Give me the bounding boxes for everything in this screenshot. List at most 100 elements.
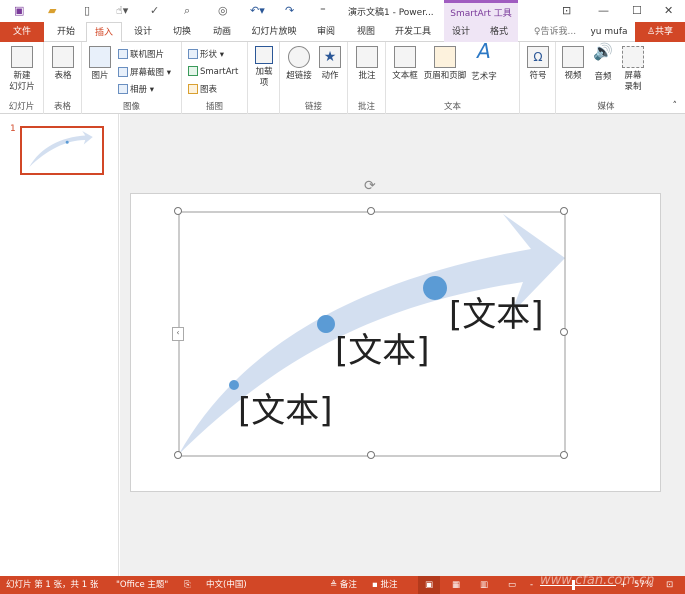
minimize-icon[interactable]: — <box>598 4 609 17</box>
redo-icon[interactable]: ↷ <box>285 4 294 17</box>
comment-button[interactable]: 批注 <box>352 46 382 82</box>
resize-handle[interactable] <box>367 207 375 215</box>
label: 屏幕 录制 <box>624 71 642 92</box>
language[interactable]: 中文(中国) <box>206 576 247 594</box>
tab-review[interactable]: 审阅 <box>308 22 344 42</box>
tab-smartart-design[interactable]: 设计 <box>444 22 478 42</box>
status-bar: 幻灯片 第 1 张，共 1 张 "Office 主题" ⎘ 中文(中国) ≜ 备… <box>0 573 685 594</box>
tab-design[interactable]: 设计 <box>126 22 160 42</box>
chart-icon <box>188 84 198 94</box>
audio-button[interactable]: 🔊 音频 <box>588 44 618 83</box>
photo-album-button[interactable]: 相册 ▾ <box>118 83 154 95</box>
group-label: 图像 <box>122 102 140 112</box>
print-preview-icon[interactable]: ⌕ <box>184 4 190 18</box>
online-pictures-button[interactable]: 联机图片 <box>118 48 164 60</box>
tab-developer[interactable]: 开发工具 <box>390 22 436 42</box>
textbox-button[interactable]: 文本框 <box>388 46 422 82</box>
symbol-button[interactable]: Ω 符号 <box>524 46 552 82</box>
group-addins: 加载 项 <box>248 42 280 114</box>
collapse-ribbon-icon[interactable]: ˄ <box>673 101 678 111</box>
spelling-icon[interactable]: ✓ <box>150 4 159 17</box>
undo-icon[interactable]: ↶▾ <box>250 4 265 17</box>
notes-button[interactable]: ≜ 备注 <box>330 576 357 594</box>
zoom-out-icon[interactable]: - <box>530 576 533 594</box>
table-button[interactable]: 表格 <box>48 46 78 82</box>
group-label: 媒体 <box>597 102 615 112</box>
resize-handle[interactable] <box>560 207 568 215</box>
smartart-text-1[interactable]: [文本] <box>238 383 333 432</box>
screenshot-icon <box>118 67 128 77</box>
ribbon-display-icon[interactable]: ⊡ <box>562 4 571 17</box>
label: 文本框 <box>392 71 418 81</box>
tab-insert[interactable]: 插入 <box>86 22 122 43</box>
picture-button[interactable]: 图片 <box>86 46 114 82</box>
close-icon[interactable]: ✕ <box>664 4 673 17</box>
tab-view[interactable]: 视图 <box>348 22 384 42</box>
new-slide-button[interactable]: 新建 幻灯片 <box>4 46 40 93</box>
share-button[interactable]: ♙共享 <box>635 22 685 42</box>
tab-animations[interactable]: 动画 <box>204 22 240 42</box>
resize-handle[interactable] <box>560 328 568 336</box>
shapes-button[interactable]: 形状 ▾ <box>188 48 224 60</box>
photo-album-icon <box>118 84 128 94</box>
label: 超链接 <box>286 71 312 81</box>
touch-mode-icon[interactable]: ☝▾ <box>116 4 128 17</box>
group-label: 幻灯片 <box>8 102 35 112</box>
screen-recording-button[interactable]: 屏幕 录制 <box>618 46 648 93</box>
label: 相册 <box>130 85 148 95</box>
document-title: 演示文稿1 - Power... <box>348 8 434 18</box>
save-icon[interactable]: ▣ <box>14 4 24 17</box>
resize-handle[interactable] <box>560 451 568 459</box>
wordart-icon: A <box>477 39 491 63</box>
chart-button[interactable]: 图表 <box>188 83 217 95</box>
smartart-button[interactable]: SmartArt <box>188 66 238 77</box>
video-icon <box>562 46 584 68</box>
group-media: 视频 🔊 音频 屏幕 录制 媒体 <box>556 42 656 114</box>
user-name[interactable]: yu mufa <box>588 22 630 42</box>
comments-button[interactable]: ▪ 批注 <box>372 576 397 594</box>
smartart-tools-label: SmartArt 工具 <box>444 0 518 22</box>
maximize-icon[interactable]: ☐ <box>632 4 642 17</box>
resize-handle[interactable] <box>174 451 182 459</box>
hyperlink-button[interactable]: 超链接 <box>284 46 314 82</box>
slide[interactable]: [文本] [文本] [文本] <box>130 193 661 492</box>
group-illustrations: 形状 ▾ SmartArt 图表 插图 <box>182 42 248 114</box>
share-label: 共享 <box>655 27 674 37</box>
normal-view-icon[interactable]: ▣ <box>418 576 440 594</box>
smartart-text-2[interactable]: [文本] <box>335 323 430 372</box>
present-icon[interactable]: ◎ <box>218 4 228 17</box>
smartart-text-3[interactable]: [文本] <box>449 287 544 336</box>
tab-slideshow[interactable]: 幻灯片放映 <box>246 22 302 42</box>
slideshow-icon[interactable]: ▭ <box>508 576 516 594</box>
fit-slide-icon[interactable]: ⊡ <box>666 576 673 594</box>
textbox-icon <box>394 46 416 68</box>
rotate-handle-icon[interactable]: ⟳ <box>364 178 376 194</box>
screenshot-button[interactable]: 屏幕截图 ▾ <box>118 66 171 78</box>
resize-handle[interactable] <box>174 207 182 215</box>
label: 屏幕截图 <box>130 68 165 78</box>
label: 联机图片 <box>130 50 165 60</box>
proofing-icon[interactable]: ⎘ <box>184 576 191 594</box>
label: 加载 项 <box>255 67 273 88</box>
customize-icon[interactable]: ⁼ <box>320 4 326 17</box>
open-icon[interactable]: ▰ <box>48 4 56 17</box>
label: 符号 <box>529 71 547 81</box>
header-footer-button[interactable]: 页眉和页脚 <box>422 46 468 82</box>
wordart-button[interactable]: A 艺术字 <box>468 39 500 83</box>
slide-sorter-icon[interactable]: ▦ <box>452 576 460 594</box>
action-button[interactable]: ★ 动作 <box>316 46 344 82</box>
text-pane-toggle[interactable]: ‹ <box>172 327 184 341</box>
notes-label: 备注 <box>339 580 357 590</box>
resize-handle[interactable] <box>367 451 375 459</box>
thumbnail-arrow <box>29 131 93 168</box>
slide-thumbnail[interactable] <box>20 126 104 175</box>
new-icon[interactable]: ▯ <box>84 4 90 17</box>
tab-file[interactable]: 文件 <box>0 22 44 42</box>
tell-me-box[interactable]: ♀告诉我... <box>530 22 580 42</box>
group-label: 批注 <box>357 102 375 112</box>
tab-transitions[interactable]: 切换 <box>164 22 200 42</box>
addins-button[interactable]: 加载 项 <box>250 46 278 89</box>
video-button[interactable]: 视频 <box>558 46 588 82</box>
tab-home[interactable]: 开始 <box>50 22 82 42</box>
reading-view-icon[interactable]: ▥ <box>480 576 488 594</box>
